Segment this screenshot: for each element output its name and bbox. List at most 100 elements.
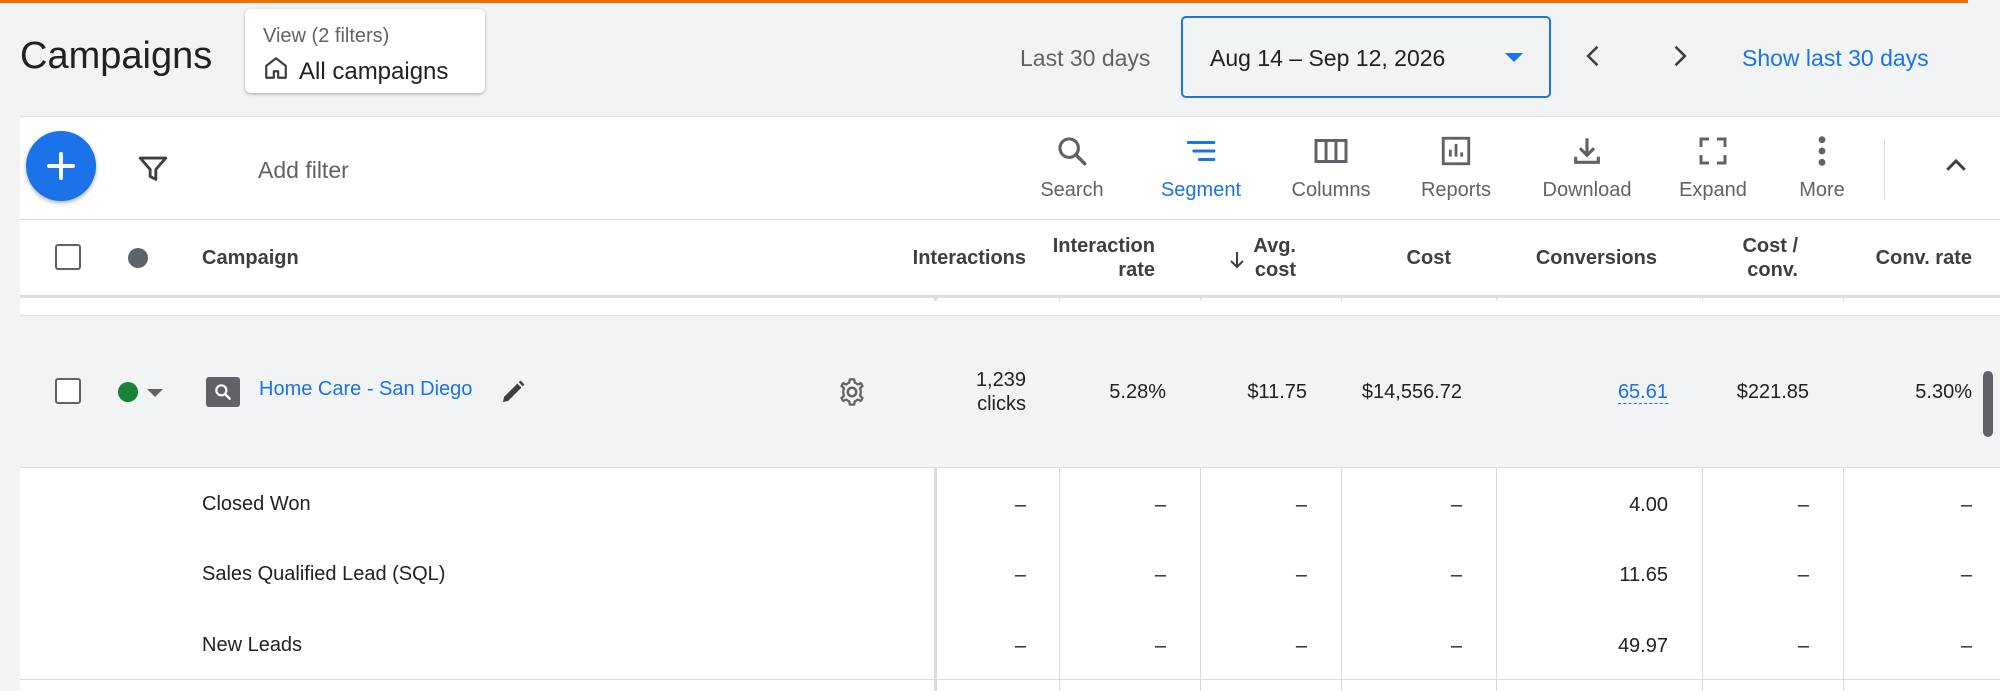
header-cost[interactable]: Cost: [1407, 246, 1451, 270]
dropdown-arrow-icon: [1505, 53, 1523, 62]
search-tool-button[interactable]: Search: [1012, 131, 1132, 202]
edit-pencil-icon[interactable]: [498, 377, 528, 412]
cell-interactions: –: [1014, 494, 1026, 516]
cell-interaction-rate: 5.28%: [1109, 381, 1166, 403]
more-tool-button[interactable]: More: [1762, 131, 1882, 202]
page-title: Campaigns: [20, 35, 213, 77]
more-tool-label: More: [1799, 179, 1845, 201]
header-campaign[interactable]: Campaign: [202, 246, 299, 270]
chevron-left-icon: [1586, 45, 1599, 67]
header-avg-cost-line2: cost: [1254, 259, 1296, 281]
cell-conv-rate: –: [1960, 494, 1972, 516]
chevron-right-icon: [1674, 45, 1687, 67]
download-tool-label: Download: [1542, 179, 1632, 201]
cell-interactions: 1,239 clicks: [976, 368, 1026, 416]
status-column-icon[interactable]: [128, 248, 148, 268]
more-vert-icon: [1815, 131, 1829, 171]
table-gap: [20, 301, 2000, 315]
cell-cost-per-conv: –: [1797, 494, 1809, 516]
view-selector[interactable]: View (2 filters) All campaigns: [245, 9, 485, 93]
header-avg-cost[interactable]: Avg. cost: [1253, 234, 1296, 282]
cell-cost-per-conv: –: [1797, 635, 1809, 657]
view-main: All campaigns: [263, 55, 448, 88]
add-filter-input[interactable]: Add filter: [258, 157, 349, 184]
segment-tool-label: Segment: [1160, 179, 1242, 201]
columns-tool-button[interactable]: Columns: [1271, 131, 1391, 202]
date-range-text: Aug 14 – Sep 12, 2026: [1210, 45, 1446, 71]
cell-conversions[interactable]: 65.61: [1617, 380, 1668, 404]
reports-tool-label: Reports: [1420, 179, 1492, 201]
select-all-checkbox[interactable]: [55, 244, 81, 270]
header-interaction-rate[interactable]: Interaction rate: [1053, 234, 1155, 282]
collapse-toolbar-button[interactable]: [1941, 151, 1971, 186]
cell-cost: –: [1450, 564, 1462, 586]
plus-icon: [47, 152, 75, 180]
header-interaction-rate-line1: Interaction: [1052, 235, 1155, 257]
header-cost-per-conv[interactable]: Cost / conv.: [1742, 234, 1798, 282]
cell-conversions: 49.97: [1617, 635, 1668, 657]
header-interaction-rate-line2: rate: [1118, 259, 1155, 281]
download-icon: [1570, 131, 1604, 171]
cell-interaction-rate: –: [1154, 494, 1166, 516]
cell-interactions: –: [1014, 635, 1026, 657]
filter-icon[interactable]: [136, 151, 170, 190]
cell-avg-cost: –: [1295, 564, 1307, 586]
row-divider: [20, 679, 2000, 680]
expand-tool-button[interactable]: Expand: [1653, 131, 1773, 202]
segment-tool-button[interactable]: Segment: [1141, 131, 1261, 202]
header-avg-cost-line1: Avg.: [1253, 235, 1296, 257]
row-checkbox[interactable]: [55, 378, 81, 404]
view-name: All campaigns: [299, 57, 449, 85]
cell-cost: –: [1450, 635, 1462, 657]
cell-cost-per-conv: $221.85: [1736, 381, 1809, 403]
enabled-status-icon[interactable]: [118, 382, 138, 402]
table-toolbar: Add filter Search Segment Columns Report…: [20, 116, 2000, 219]
segment-icon: [1183, 131, 1219, 171]
cell-cost: –: [1450, 494, 1462, 516]
cell-cost-per-conv: –: [1797, 564, 1809, 586]
campaign-name-link[interactable]: Home Care - San Diego: [259, 378, 472, 401]
show-last-30-days-link[interactable]: Show last 30 days: [1742, 45, 1929, 72]
status-dropdown-icon[interactable]: [147, 389, 163, 397]
home-icon: [263, 55, 289, 88]
cell-avg-cost: $11.75: [1247, 381, 1307, 403]
date-range-picker[interactable]: Aug 14 – Sep 12, 2026: [1181, 16, 1551, 98]
page-header: Campaigns View (2 filters) All campaigns…: [0, 3, 2000, 116]
previous-period-button[interactable]: [1571, 33, 1617, 79]
cell-avg-cost: –: [1295, 494, 1307, 516]
vertical-scrollbar[interactable]: [1983, 371, 1993, 437]
header-conversions[interactable]: Conversions: [1536, 246, 1657, 270]
next-period-button[interactable]: [1656, 33, 1702, 79]
cell-interaction-rate: –: [1154, 564, 1166, 586]
view-filter-count: View (2 filters): [263, 25, 390, 47]
new-campaign-button[interactable]: [26, 131, 96, 201]
expand-icon: [1697, 131, 1729, 171]
search-icon: [1055, 131, 1089, 171]
cell-avg-cost: –: [1295, 635, 1307, 657]
campaigns-table: Campaign Interactions Interaction rate A…: [20, 219, 2000, 691]
cell-conv-rate: –: [1960, 635, 1972, 657]
download-tool-button[interactable]: Download: [1527, 131, 1647, 202]
search-campaign-type-icon: [206, 377, 240, 407]
columns-icon: [1313, 131, 1349, 171]
chevron-up-icon: [1946, 158, 1966, 171]
table-row[interactable]: Home Care - San Diego 1,239 clicks 5.28%…: [20, 315, 2000, 468]
cell-conv-rate: 5.30%: [1915, 381, 1972, 403]
header-interactions[interactable]: Interactions: [913, 246, 1026, 270]
reports-tool-button[interactable]: Reports: [1396, 131, 1516, 202]
cell-conversions: 11.65: [1619, 564, 1668, 586]
segment-label: New Leads: [202, 634, 303, 656]
conversions-link[interactable]: 65.61: [1617, 381, 1668, 404]
table-header-row: Campaign Interactions Interaction rate A…: [20, 219, 2000, 298]
segment-label: Sales Qualified Lead (SQL): [202, 563, 446, 585]
cell-conversions: 4.00: [1629, 494, 1668, 516]
segment-label: Closed Won: [202, 493, 311, 515]
columns-tool-label: Columns: [1291, 179, 1371, 201]
gear-icon[interactable]: [836, 376, 868, 413]
cell-interactions: –: [1014, 564, 1026, 586]
search-tool-label: Search: [1040, 179, 1104, 201]
toolbar-divider: [1884, 139, 1885, 199]
cell-interactions-count: 1,239: [975, 369, 1026, 391]
sort-descending-icon[interactable]: [1225, 248, 1249, 277]
header-conv-rate[interactable]: Conv. rate: [1876, 246, 1972, 270]
